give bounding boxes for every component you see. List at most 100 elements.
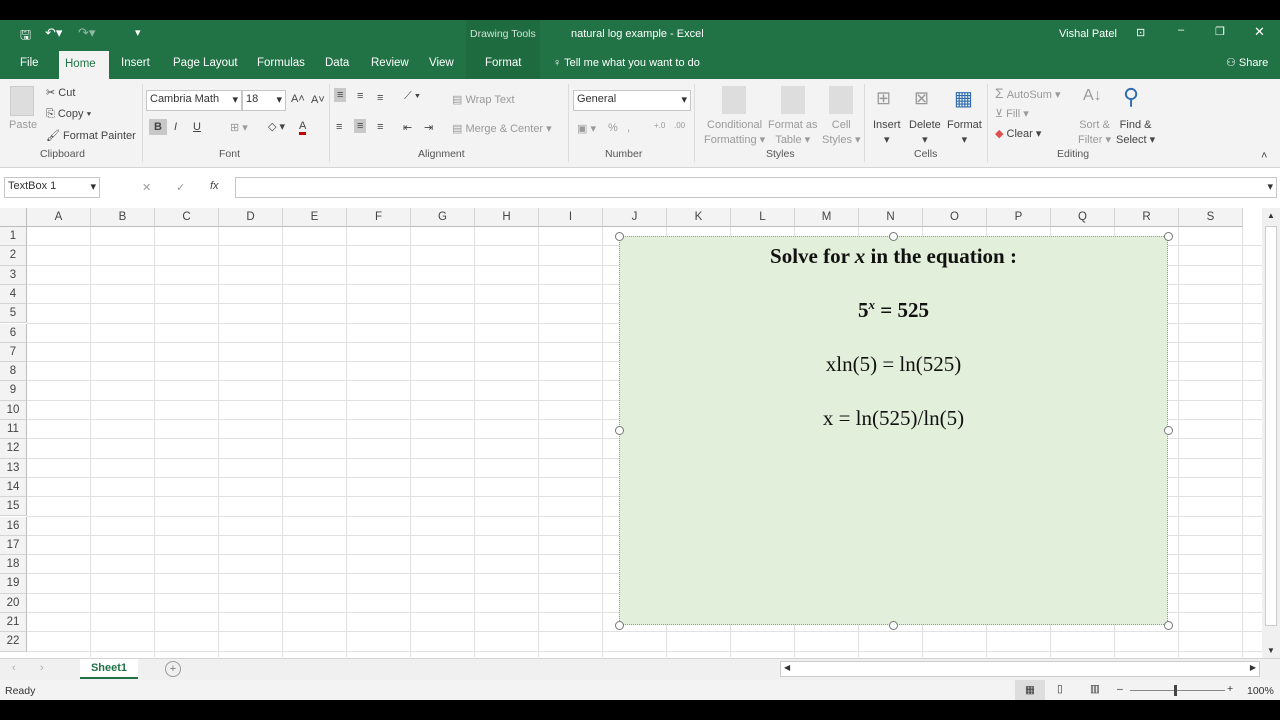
tell-me-box[interactable]: ♀ Tell me what you want to do xyxy=(553,57,700,69)
increase-decimal-icon[interactable]: +.0 xyxy=(654,121,665,130)
comma-icon[interactable]: , xyxy=(627,122,630,134)
align-top-icon[interactable]: ≡ xyxy=(334,88,347,102)
column-header-O[interactable]: O xyxy=(923,208,987,227)
decrease-font-icon[interactable]: A˅ xyxy=(311,94,325,106)
insert-cells-button[interactable]: Insert ▾ xyxy=(873,118,901,148)
redo-icon[interactable]: ↷▾ xyxy=(78,25,95,41)
underline-button[interactable]: U xyxy=(193,121,201,133)
share-button[interactable]: ⚇ Share xyxy=(1226,56,1268,69)
align-left-icon[interactable]: ≡ xyxy=(336,121,342,133)
page-break-view-icon[interactable]: ▥ xyxy=(1090,683,1100,695)
column-header-L[interactable]: L xyxy=(731,208,795,227)
customize-qat-icon[interactable]: ▾ xyxy=(135,26,141,39)
row-header-1[interactable]: 1 xyxy=(0,227,27,247)
increase-font-icon[interactable]: A˄ xyxy=(291,93,305,105)
row-header-18[interactable]: 18 xyxy=(0,555,27,575)
row-header-17[interactable]: 17 xyxy=(0,535,27,556)
format-cells-button[interactable]: Format ▾ xyxy=(947,118,982,148)
row-header-22[interactable]: 22 xyxy=(0,632,27,652)
zoom-slider-thumb[interactable] xyxy=(1174,685,1177,696)
conditional-formatting-button[interactable]: Conditional Formatting ▾ xyxy=(704,118,765,148)
tab-file[interactable]: File xyxy=(14,48,45,79)
column-header-R[interactable]: R xyxy=(1115,208,1179,227)
scroll-left-icon[interactable]: ◀ xyxy=(784,663,790,672)
column-header-Q[interactable]: Q xyxy=(1051,208,1115,227)
vertical-scrollbar[interactable]: ▲ ▼ xyxy=(1262,208,1280,658)
font-size-select[interactable]: 18 ▾ xyxy=(242,90,286,111)
percent-button[interactable]: % xyxy=(608,122,618,134)
row-header-12[interactable]: 12 xyxy=(0,439,27,459)
scroll-down-icon[interactable]: ▼ xyxy=(1267,646,1275,655)
formula-input[interactable]: ▾ xyxy=(235,177,1277,198)
zoom-level[interactable]: 100% xyxy=(1247,685,1274,697)
row-header-20[interactable]: 20 xyxy=(0,593,27,613)
tab-format[interactable]: Format xyxy=(479,48,527,79)
tab-home[interactable]: Home xyxy=(59,51,109,79)
row-header-15[interactable]: 15 xyxy=(0,497,27,517)
format-as-table-button[interactable]: Format as Table ▾ xyxy=(768,118,818,148)
new-sheet-icon[interactable]: + xyxy=(165,661,181,677)
row-header-13[interactable]: 13 xyxy=(0,458,27,478)
copy-button[interactable]: ⎘ Copy ▾ xyxy=(46,108,91,121)
page-layout-view-icon[interactable]: ▯ xyxy=(1057,683,1063,695)
insert-function-button[interactable]: fx xyxy=(210,180,219,192)
next-sheet-icon[interactable]: › xyxy=(40,662,44,674)
scroll-up-icon[interactable]: ▲ xyxy=(1267,211,1275,220)
fill-color-icon[interactable]: ◇ ▾ xyxy=(268,120,285,133)
merge-center-button[interactable]: ▤ Merge & Center ▾ xyxy=(452,122,552,135)
format-painter-button[interactable]: 🖌 Format Painter xyxy=(46,129,136,142)
sheet-tab-sheet1[interactable]: Sheet1 xyxy=(80,659,138,679)
sort-filter-button[interactable]: Sort & Filter ▾ xyxy=(1078,118,1111,148)
row-header-6[interactable]: 6 xyxy=(0,323,27,343)
tab-formulas[interactable]: Formulas xyxy=(251,48,311,79)
close-icon[interactable]: ✕ xyxy=(1254,24,1265,40)
textbox-1[interactable]: Solve for x in the equation : 5x = 525 x… xyxy=(619,236,1168,625)
prev-sheet-icon[interactable]: ‹ xyxy=(12,662,16,674)
tab-insert[interactable]: Insert xyxy=(115,48,156,79)
resize-handle[interactable] xyxy=(614,620,624,630)
paste-icon[interactable] xyxy=(10,86,34,116)
ribbon-display-icon[interactable]: ⊡ xyxy=(1136,26,1145,39)
resize-handle[interactable] xyxy=(1163,426,1173,435)
row-header-4[interactable]: 4 xyxy=(0,284,27,305)
row-header-14[interactable]: 14 xyxy=(0,477,27,498)
tab-review[interactable]: Review xyxy=(365,48,415,79)
orientation-icon[interactable]: ⟋ ▾ xyxy=(404,90,420,103)
column-header-A[interactable]: A xyxy=(27,208,91,227)
cut-button[interactable]: ✂ Cut xyxy=(46,86,75,99)
zoom-out-icon[interactable]: – xyxy=(1117,683,1123,695)
minimize-icon[interactable]: – xyxy=(1178,24,1184,36)
decrease-decimal-icon[interactable]: .00 xyxy=(674,121,685,130)
column-header-S[interactable]: S xyxy=(1179,208,1243,227)
resize-handle[interactable] xyxy=(889,231,898,241)
column-header-M[interactable]: M xyxy=(795,208,859,227)
column-header-E[interactable]: E xyxy=(283,208,347,227)
collapse-ribbon-icon[interactable]: ˄ xyxy=(1261,150,1267,162)
column-header-B[interactable]: B xyxy=(91,208,155,227)
clear-button[interactable]: ◆ Clear ▾ xyxy=(995,127,1041,140)
column-header-I[interactable]: I xyxy=(539,208,603,227)
column-header-N[interactable]: N xyxy=(859,208,923,227)
column-header-F[interactable]: F xyxy=(347,208,411,227)
column-header-K[interactable]: K xyxy=(667,208,731,227)
fill-button[interactable]: ⊻ Fill ▾ xyxy=(995,107,1029,120)
tab-page-layout[interactable]: Page Layout xyxy=(167,48,244,79)
cancel-icon[interactable]: ✕ xyxy=(142,181,151,194)
row-header-2[interactable]: 2 xyxy=(0,246,27,266)
align-bottom-icon[interactable]: ≡ xyxy=(377,92,383,104)
vertical-scroll-thumb[interactable] xyxy=(1265,226,1277,626)
row-header-3[interactable]: 3 xyxy=(0,265,27,285)
font-color-icon[interactable]: A xyxy=(299,120,307,135)
row-header-10[interactable]: 10 xyxy=(0,400,27,420)
paste-button[interactable]: Paste xyxy=(9,119,37,131)
column-header-H[interactable]: H xyxy=(475,208,539,227)
save-icon[interactable]: 🖫 xyxy=(20,26,31,48)
resize-handle[interactable] xyxy=(1163,231,1173,241)
borders-icon[interactable]: ⊞ ▾ xyxy=(230,121,248,134)
column-header-C[interactable]: C xyxy=(155,208,219,227)
restore-icon[interactable]: ❐ xyxy=(1215,25,1225,38)
zoom-slider[interactable] xyxy=(1130,690,1225,691)
scroll-right-icon[interactable]: ▶ xyxy=(1250,663,1256,672)
autosum-button[interactable]: Σ AutoSum ▾ xyxy=(995,85,1061,101)
increase-indent-icon[interactable]: ⇥ xyxy=(424,121,433,134)
